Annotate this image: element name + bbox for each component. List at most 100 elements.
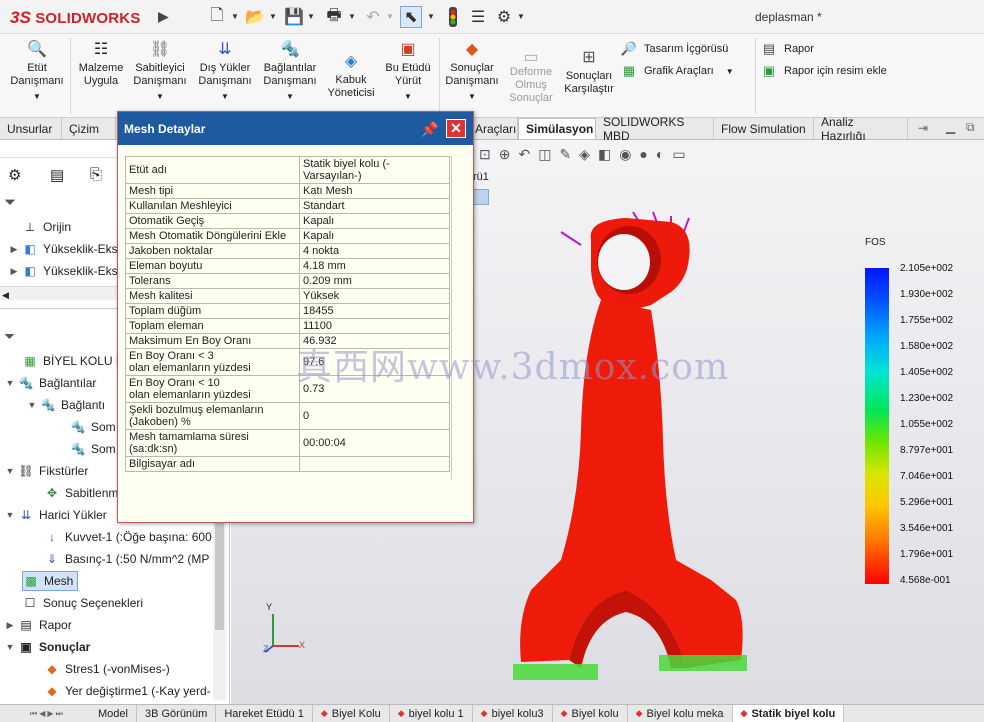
- y-axis-label: Y: [266, 602, 273, 612]
- fixture-advisor-button[interactable]: ⛓ Sabitleyici Danışmanı ▼: [128, 38, 192, 103]
- collapse-arrow-icon[interactable]: ▼: [4, 642, 16, 652]
- tab-model[interactable]: Model: [90, 705, 137, 722]
- run-study-button[interactable]: ▣ Bu Etüdü Yürüt ▼: [380, 38, 436, 103]
- select-cursor-icon[interactable]: ⬉: [400, 6, 422, 28]
- tab-sketch[interactable]: Çizim: [62, 118, 116, 139]
- study-icon: ▦: [24, 354, 36, 368]
- plot-tools-button[interactable]: ▦ Grafik Araçları ▼: [620, 60, 755, 82]
- expand-arrow-icon[interactable]: ▶: [8, 266, 20, 277]
- last-tab-icon[interactable]: ⏭: [56, 709, 63, 719]
- panel-expand-icon[interactable]: ⇥: [918, 121, 928, 135]
- study-advisor-icon: 🔍: [27, 40, 47, 58]
- prev-tab-icon[interactable]: ◀: [39, 709, 45, 719]
- tree-item-mesh[interactable]: ▩ Mesh: [0, 570, 228, 592]
- tab-flow-simulation[interactable]: Flow Simulation: [714, 118, 814, 139]
- add-image-report-button[interactable]: ▣ Rapor için resim ekle: [760, 60, 920, 82]
- report-icon: ▤: [20, 618, 32, 632]
- design-insight-label: Tasarım İçgörüsü: [644, 43, 729, 55]
- apply-material-button[interactable]: ☷ Malzeme Uygula: [74, 38, 128, 88]
- save-dropdown-icon[interactable]: ▼: [307, 12, 315, 21]
- new-dropdown-icon[interactable]: ▼: [231, 12, 239, 21]
- tree-item-report[interactable]: ▶ ▤ Rapor: [0, 614, 228, 636]
- expand-arrow-icon[interactable]: ▶: [4, 620, 16, 631]
- legend-value: 7.046e+001: [900, 471, 954, 482]
- results-advisor-label: Sonuçlar Danışmanı: [445, 62, 499, 87]
- tree-item-displacement-plot[interactable]: ◆ Yer değiştirme1 (-Kay yerd-: [0, 680, 228, 702]
- study-icon: ◆: [635, 708, 643, 718]
- tree-item-stress-plot[interactable]: ◆ Stres1 (-vonMises-): [0, 658, 228, 680]
- external-loads-icon: ⇊: [218, 40, 232, 58]
- property-manager-tab-icon[interactable]: ▤: [50, 166, 64, 184]
- tab-3d-view[interactable]: 3B Görünüm: [137, 705, 217, 722]
- restore-icon[interactable]: ⧉: [966, 120, 975, 135]
- results-advisor-icon: ◆: [465, 40, 479, 58]
- options-dropdown-icon[interactable]: ▼: [517, 12, 525, 21]
- tab-study-biyel-kolu-meka[interactable]: ◆ Biyel kolu meka: [628, 705, 733, 722]
- dialog-title-bar[interactable]: Mesh Detaylar: [118, 112, 473, 145]
- configuration-tab-icon[interactable]: ⎘: [90, 166, 102, 183]
- tree-item-force[interactable]: ↓ Kuvvet-1 (:Öğe başına: 600: [0, 526, 228, 548]
- tab-solidworks-mbd[interactable]: SOLIDWORKS MBD: [596, 115, 714, 143]
- menu-expand-icon[interactable]: ▶: [158, 8, 172, 26]
- next-tab-icon[interactable]: ▶: [47, 709, 53, 719]
- options-gear-icon[interactable]: ⚙: [493, 6, 515, 28]
- row-value: Kapalı: [299, 228, 450, 244]
- add-image-report-label: Rapor için resim ekle: [784, 65, 887, 77]
- design-insight-button[interactable]: 🔎 Tasarım İçgörüsü: [620, 38, 755, 60]
- undo-dropdown-icon[interactable]: ▼: [386, 12, 394, 21]
- tree-item-label: Rapor: [39, 618, 72, 632]
- chevron-down-icon: ▼: [156, 92, 164, 101]
- tab-study-biyel-kolu3[interactable]: ◆ biyel kolu3: [473, 705, 553, 722]
- select-dropdown-icon[interactable]: ▼: [427, 12, 435, 21]
- deformed-results-button[interactable]: ▭ Deforme Olmuş Sonuçlar: [503, 49, 559, 105]
- file-properties-icon[interactable]: ☰: [467, 6, 489, 28]
- filter-icon[interactable]: ⏷: [4, 194, 16, 211]
- tab-study-biyel-kolu[interactable]: ◆ Biyel Kolu: [313, 705, 390, 722]
- tree-item-results[interactable]: ▼ ▣ Sonuçlar: [0, 636, 228, 658]
- tab-motion-study[interactable]: Hareket Etüdü 1: [216, 705, 313, 722]
- external-loads-button[interactable]: ⇊ Dış Yükler Danışmanı ▼: [194, 38, 256, 103]
- solidworks-logo[interactable]: 3S SOLIDWORKS: [10, 7, 141, 29]
- new-document-icon[interactable]: 🗋: [206, 6, 228, 28]
- sim-filter-icon[interactable]: ⏷: [4, 328, 15, 345]
- open-dropdown-icon[interactable]: ▼: [269, 12, 277, 21]
- study-advisor-button[interactable]: 🔍 Etüt Danışmanı ▼: [6, 38, 68, 103]
- collapse-arrow-icon[interactable]: ▼: [4, 510, 16, 520]
- minimize-icon[interactable]: ▁: [946, 120, 955, 134]
- undo-icon[interactable]: ↶: [362, 6, 384, 28]
- tab-simulation[interactable]: Simülasyon: [518, 118, 596, 139]
- extrude-icon: ◧: [24, 242, 36, 256]
- first-tab-icon[interactable]: ⏮: [30, 709, 37, 719]
- connections-advisor-button[interactable]: 🔩 Bağlantılar Danışmanı ▼: [258, 38, 322, 103]
- tab-tools[interactable]: Araçları: [468, 118, 518, 139]
- tab-study-biyel-kolu-2[interactable]: ◆ Biyel kolu: [553, 705, 628, 722]
- tab-features[interactable]: Unsurlar: [0, 118, 62, 139]
- shell-manager-button[interactable]: ◈ Kabuk Yöneticisi: [322, 50, 380, 100]
- compare-results-button[interactable]: ⊞ Sonuçları Karşılaştır: [560, 46, 618, 96]
- tab-study-biyel-kolu-1[interactable]: ◆ biyel kolu 1: [390, 705, 473, 722]
- tree-item-label: Sonuç Seçenekleri: [43, 596, 144, 610]
- collapse-arrow-icon[interactable]: ▼: [4, 466, 16, 476]
- feature-tree-tab-icon[interactable]: ⚙: [8, 166, 21, 184]
- tree-item-result-options[interactable]: ☐ Sonuç Seçenekleri: [0, 592, 228, 614]
- tab-analysis-prep[interactable]: Analiz Hazırlığı: [814, 115, 908, 143]
- results-advisor-button[interactable]: ◆ Sonuçlar Danışmanı ▼: [442, 38, 502, 103]
- open-folder-icon[interactable]: 📂: [244, 6, 266, 28]
- row-value: Standart: [299, 198, 450, 214]
- expand-arrow-icon[interactable]: ▶: [8, 244, 20, 255]
- report-button[interactable]: ▤ Rapor: [760, 38, 920, 60]
- dialog-scrollbar[interactable]: [451, 156, 465, 480]
- vertical-scrollbar[interactable]: [213, 500, 226, 700]
- tab-study-statik-biyel-kolu[interactable]: ◆ Statik biyel kolu: [732, 705, 845, 722]
- pin-icon[interactable]: 📌: [421, 120, 439, 138]
- table-row: Mesh Otomatik Döngülerini Ekle Kapalı: [125, 228, 450, 244]
- tree-item-pressure[interactable]: ⇓ Basınç-1 (:50 N/mm^2 (MP: [0, 548, 228, 570]
- print-dropdown-icon[interactable]: ▼: [348, 12, 356, 21]
- close-button[interactable]: ✕: [446, 119, 466, 138]
- collapse-arrow-icon[interactable]: ▼: [4, 378, 16, 388]
- collapse-arrow-icon[interactable]: ▼: [26, 400, 38, 410]
- rebuild-traffic-light-icon[interactable]: [442, 6, 464, 28]
- scroll-left-icon[interactable]: ◀: [2, 290, 9, 300]
- save-icon[interactable]: 💾: [283, 6, 305, 28]
- print-icon[interactable]: 🖶: [323, 6, 345, 28]
